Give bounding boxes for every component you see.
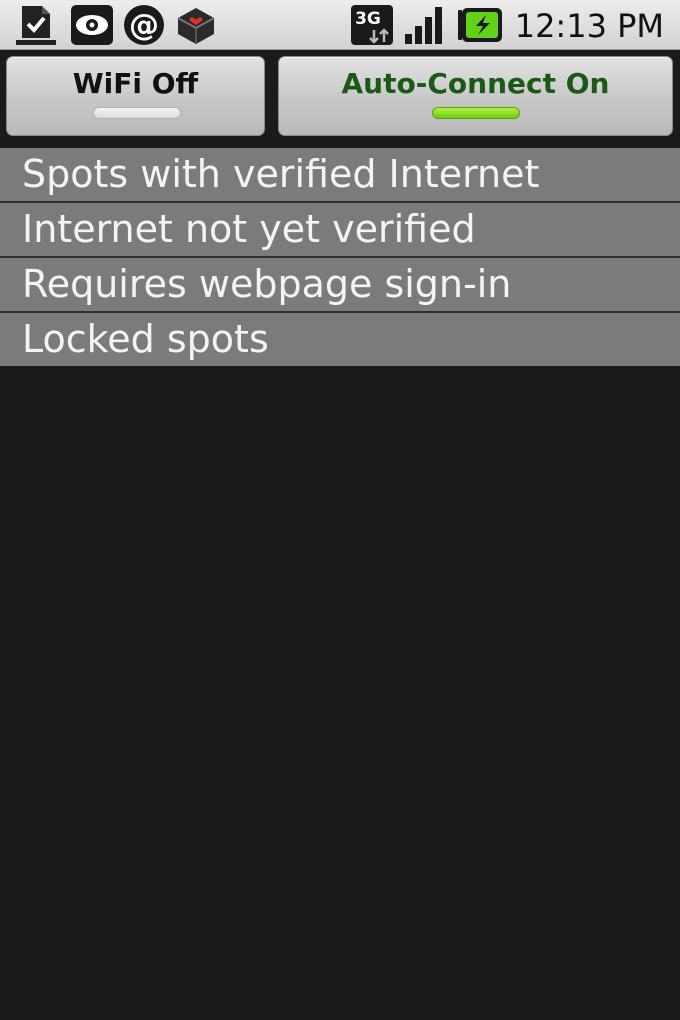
category-webpage-sign-in[interactable]: Requires webpage sign-in [0, 258, 680, 313]
toggle-bar: WiFi Off Auto-Connect On [0, 50, 680, 146]
inbox-heart-icon [174, 4, 218, 46]
3g-data-icon: 3G [350, 4, 394, 46]
network-type-label: 3G [355, 9, 381, 29]
download-done-icon [14, 4, 58, 46]
wifi-status-indicator [93, 107, 181, 119]
auto-connect-status-indicator [432, 107, 520, 119]
auto-connect-toggle-label: Auto-Connect On [341, 67, 610, 100]
status-bar: @ 3G 12:13 PM [0, 0, 680, 50]
category-verified-internet[interactable]: Spots with verified Internet [0, 148, 680, 203]
status-clock: 12:13 PM [514, 7, 664, 45]
at-sign-icon: @ [122, 4, 166, 46]
eye-icon [70, 4, 114, 46]
app-screen: @ 3G 12:13 PM WiFi Off Auto-Connect On S… [0, 0, 680, 1020]
battery-charging-icon [456, 4, 504, 46]
wifi-toggle-button[interactable]: WiFi Off [6, 56, 265, 136]
signal-strength-icon [402, 4, 446, 46]
category-not-verified[interactable]: Internet not yet verified [0, 203, 680, 258]
wifi-toggle-label: WiFi Off [72, 67, 199, 100]
category-locked-spots[interactable]: Locked spots [0, 313, 680, 366]
auto-connect-toggle-button[interactable]: Auto-Connect On [278, 56, 673, 136]
svg-text:@: @ [129, 8, 159, 43]
hotspot-category-list: Spots with verified Internet Internet no… [0, 148, 680, 366]
